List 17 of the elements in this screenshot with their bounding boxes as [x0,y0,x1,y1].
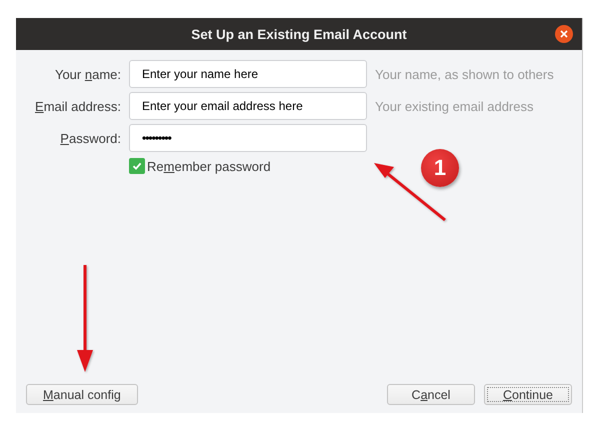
checkbox[interactable] [129,158,145,174]
field-label: Password: [59,130,121,146]
dialog-button[interactable]: Manual config [26,384,138,405]
password-field[interactable]: ••••••••• [129,124,367,152]
field-label: Your name: [54,66,121,82]
field-label: Email address: [34,98,121,114]
check-icon [132,161,142,171]
dialog-button[interactable]: Cancel [387,384,475,405]
window-title: Set Up an Existing Email Account [191,26,407,42]
field-hint: Your existing email address [375,98,534,114]
text-field[interactable]: Enter your name here [129,60,367,88]
field-hint: Your name, as shown to others [375,66,555,82]
dialog-button[interactable]: Continue [484,384,572,405]
close-button[interactable] [555,25,573,43]
text-field[interactable]: Enter your email address here [129,92,367,120]
checkbox-label: Remember password [147,158,271,174]
close-icon [560,30,568,38]
